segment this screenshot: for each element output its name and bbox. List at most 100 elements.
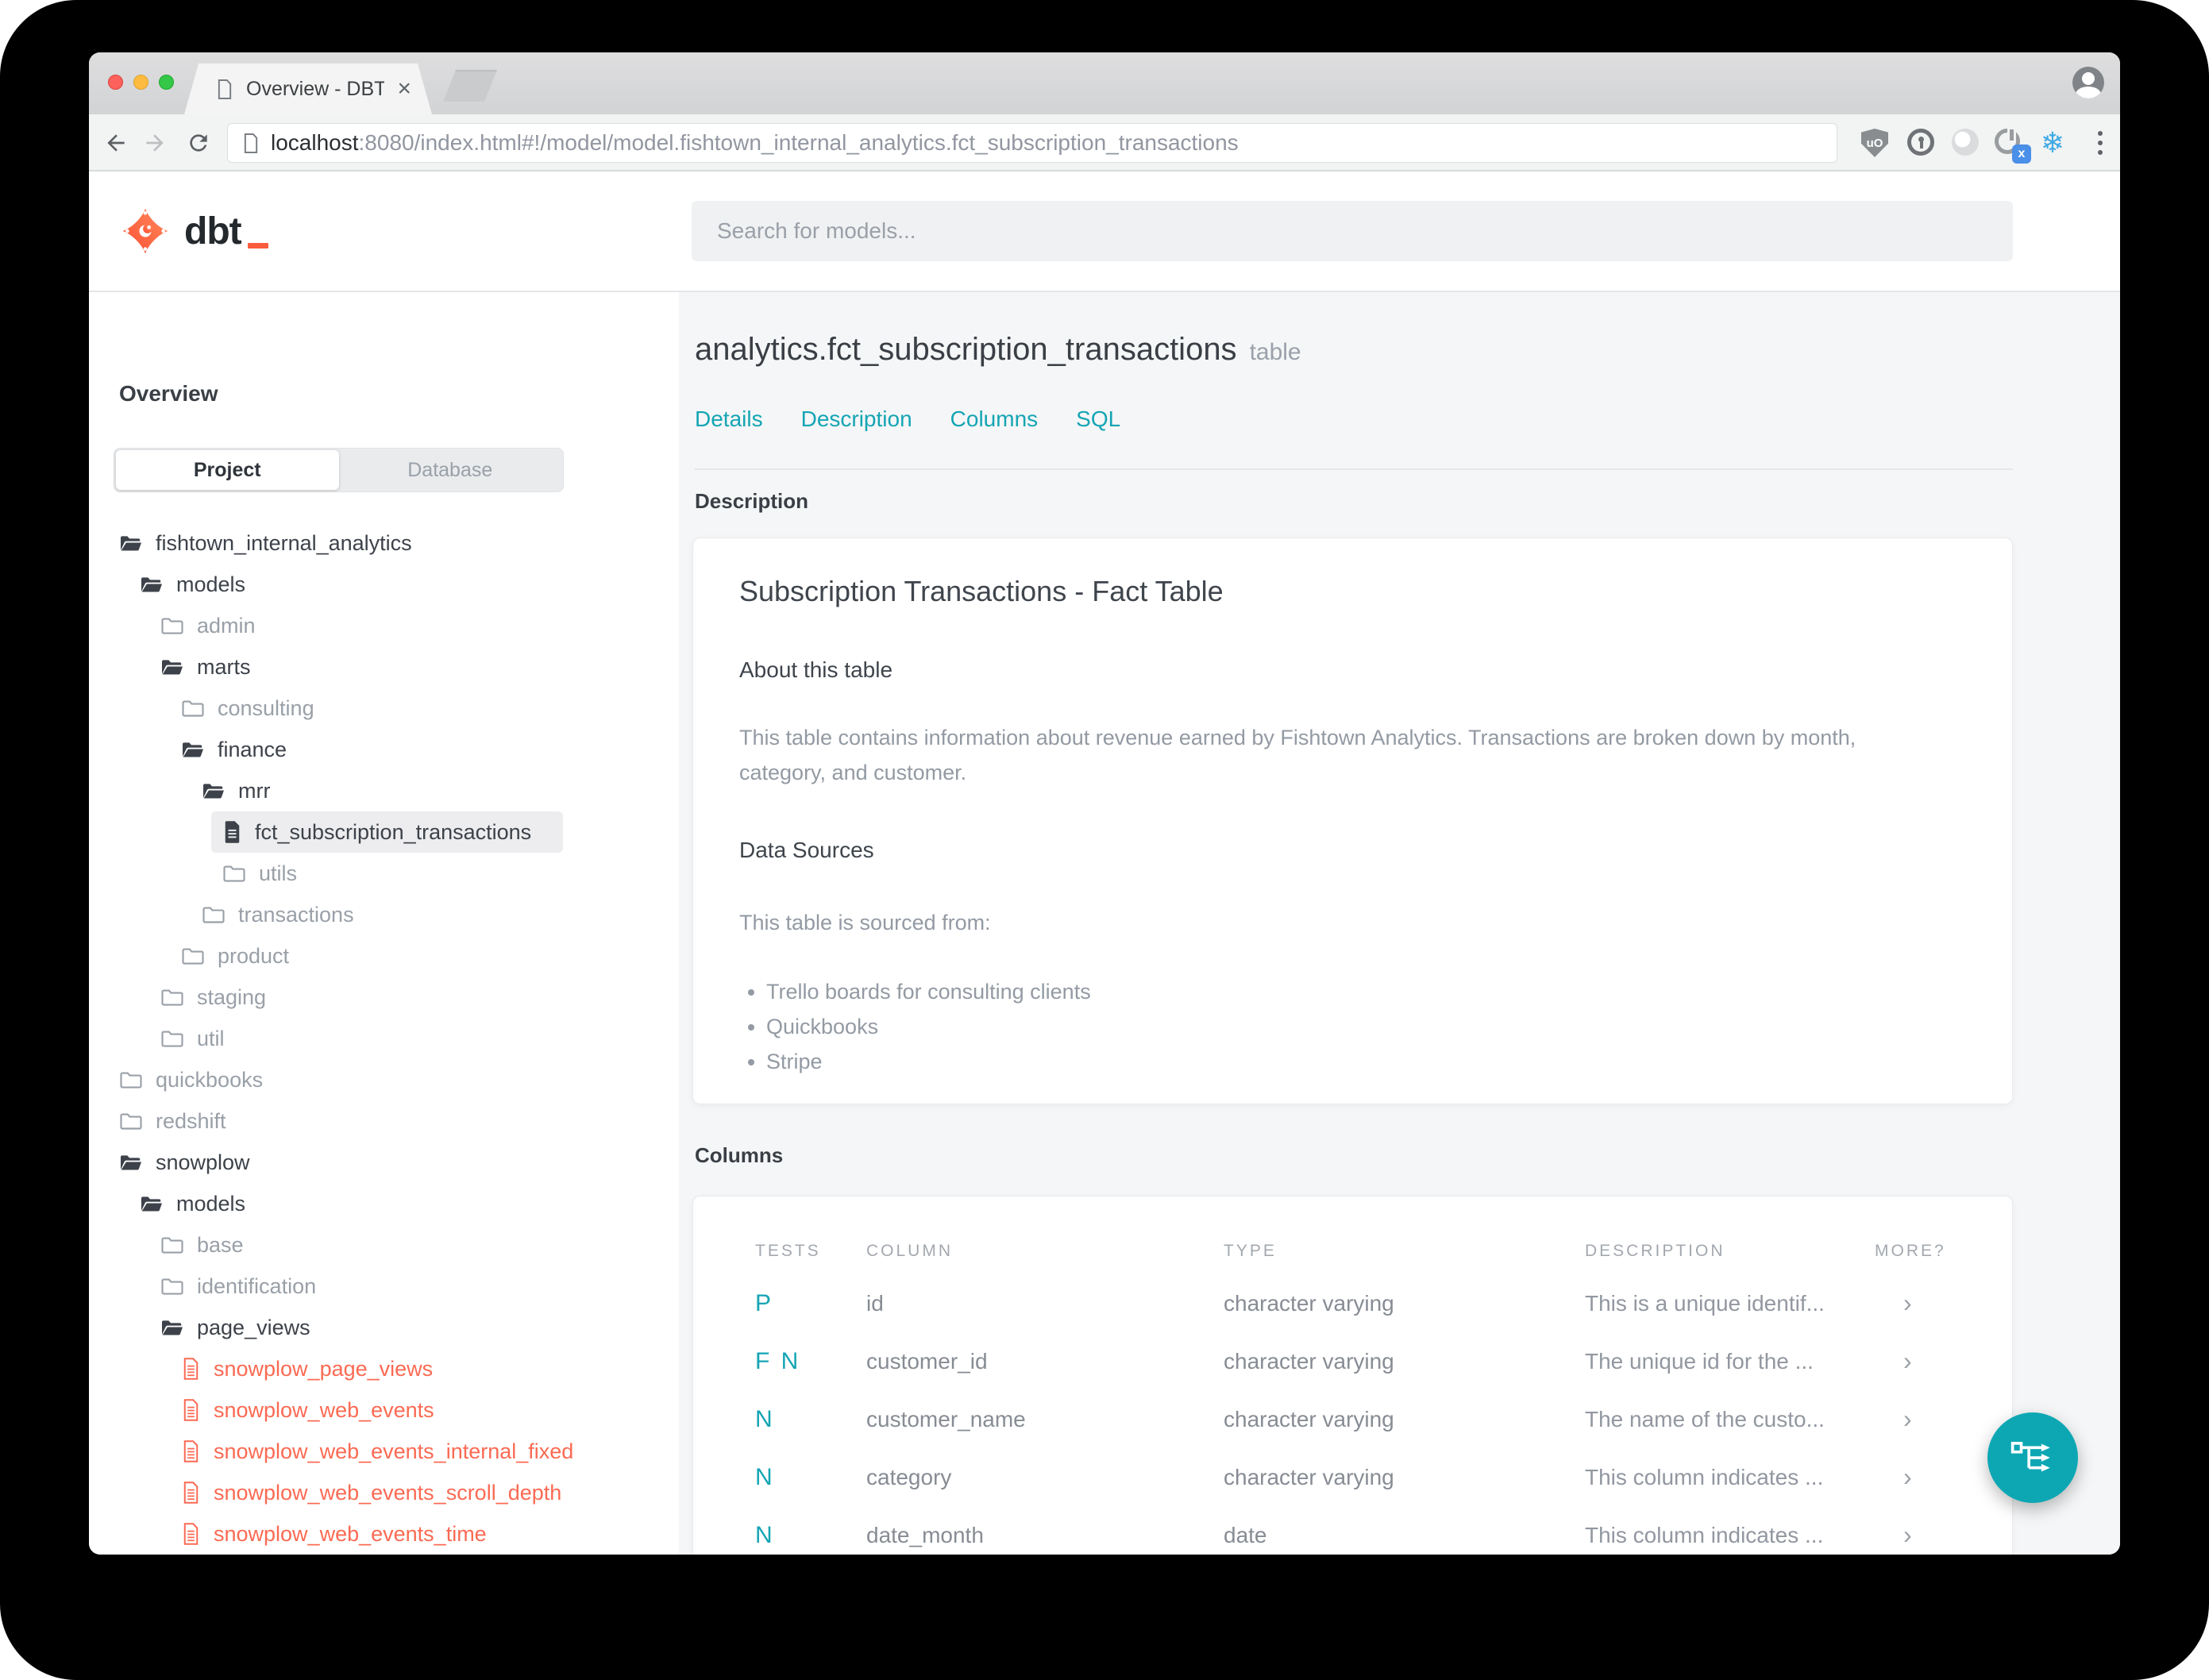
- keyhole-icon: [1907, 129, 1934, 156]
- tree-item[interactable]: finance: [89, 729, 679, 770]
- model-nav-link-description[interactable]: Description: [801, 407, 912, 432]
- tree-item-icon: [160, 1029, 184, 1049]
- main-content: analytics.fct_subscription_transactions t…: [679, 292, 2120, 1555]
- model-nav-link-sql[interactable]: SQL: [1076, 407, 1120, 432]
- column-header: MORE?: [1875, 1242, 1946, 1260]
- tree-item[interactable]: util: [89, 1018, 679, 1059]
- table-row[interactable]: N date_month date This column indicates …: [693, 1506, 2012, 1555]
- tree-item[interactable]: transactions: [89, 894, 679, 935]
- cell-type: character varying: [1224, 1291, 1394, 1316]
- tree-item-label: models: [176, 572, 246, 596]
- page-title: analytics.fct_subscription_transactions t…: [695, 332, 1301, 368]
- column-header: DESCRIPTION: [1585, 1242, 1725, 1260]
- tree-item[interactable]: snowplow_web_events_internal_fixed: [89, 1431, 679, 1472]
- tree-item-icon: [119, 1112, 143, 1131]
- browser-toolbar: localhost:8080/index.html#!/model/model.…: [89, 114, 2120, 171]
- tree-item[interactable]: consulting: [89, 688, 679, 729]
- tree-item[interactable]: redshift: [89, 1100, 679, 1142]
- column-header: TESTS: [755, 1242, 821, 1260]
- browser-tab[interactable]: Overview - DBT Docs ×: [184, 64, 432, 114]
- tree-item[interactable]: snowplow_web_events: [89, 1389, 679, 1431]
- row-expand-chevron-icon[interactable]: ›: [1903, 1274, 1912, 1332]
- power-extension-icon[interactable]: x: [1995, 129, 2031, 164]
- sidebar: Overview Project Database fishtown_inter…: [89, 292, 679, 1555]
- card-title: Subscription Transactions - Fact Table: [739, 575, 1224, 607]
- table-row[interactable]: N customer_name character varying The na…: [693, 1390, 2012, 1448]
- table-row[interactable]: N category character varying This column…: [693, 1448, 2012, 1506]
- tab-database[interactable]: Database: [339, 450, 562, 490]
- search-input[interactable]: [692, 201, 2013, 261]
- avatar-body: [2076, 87, 2101, 98]
- profile-avatar-icon[interactable]: [2072, 67, 2104, 98]
- row-expand-chevron-icon[interactable]: ›: [1903, 1332, 1912, 1390]
- tree-item-label: snowplow: [156, 1150, 250, 1174]
- tree-item-icon: [181, 1398, 201, 1422]
- logo-underscore: [247, 242, 268, 249]
- tree-item-label: snowplow_web_events_time: [214, 1521, 487, 1546]
- tree-item[interactable]: mrr: [89, 770, 679, 811]
- tree-item[interactable]: utils: [89, 853, 679, 894]
- new-tab-button[interactable]: [443, 70, 497, 102]
- cell-description: This column indicates ...: [1585, 1523, 1824, 1547]
- tree-item[interactable]: snowplow_page_views: [89, 1348, 679, 1389]
- forward-icon[interactable]: [142, 130, 168, 156]
- browser-tabstrip: Overview - DBT Docs ×: [89, 52, 2120, 114]
- tab-close-icon[interactable]: ×: [397, 77, 411, 101]
- model-nav-link-columns[interactable]: Columns: [950, 407, 1038, 432]
- tree-item[interactable]: snowplow_web_events_scroll_depth: [89, 1472, 679, 1513]
- close-window-button[interactable]: [108, 75, 123, 90]
- tree-item[interactable]: fct_subscription_transactions: [89, 811, 679, 853]
- tree-item[interactable]: admin: [89, 605, 679, 646]
- tree-item[interactable]: identification: [89, 1266, 679, 1307]
- tree-item[interactable]: marts: [89, 646, 679, 688]
- reload-icon[interactable]: [186, 130, 211, 156]
- browser-menu-icon[interactable]: [2086, 129, 2115, 157]
- tree-item-icon: [202, 905, 226, 925]
- snowflake-extension-icon[interactable]: ❄: [2038, 129, 2067, 157]
- row-expand-chevron-icon[interactable]: ›: [1903, 1390, 1912, 1448]
- tree-item[interactable]: quickbooks: [89, 1059, 679, 1100]
- sidebar-overview-link[interactable]: Overview: [119, 381, 218, 407]
- tree-item-icon: [181, 1439, 201, 1463]
- tree-item[interactable]: page_views: [89, 1307, 679, 1348]
- minimize-window-button[interactable]: [133, 75, 148, 90]
- columns-card: TESTS COLUMN TYPE DESCRIPTION MORE? P id cha…: [692, 1196, 2013, 1555]
- model-type-badge: table: [1249, 339, 1301, 365]
- cell-type: character varying: [1224, 1407, 1394, 1431]
- tree-item[interactable]: models: [89, 1183, 679, 1224]
- disabled-extension-icon[interactable]: [1952, 129, 1980, 157]
- tree-item[interactable]: snowplow: [89, 1142, 679, 1183]
- divider: [695, 468, 2013, 470]
- tree-item-icon: [181, 1357, 201, 1381]
- tab-project[interactable]: Project: [116, 450, 339, 490]
- tree-item[interactable]: base: [89, 1224, 679, 1266]
- lineage-graph-button[interactable]: [1987, 1412, 2078, 1503]
- maximize-window-button[interactable]: [159, 75, 174, 90]
- desktop-background: Overview - DBT Docs ×: [0, 0, 2209, 1680]
- table-row[interactable]: P id character varying This is a unique …: [693, 1274, 2012, 1332]
- tree-item[interactable]: models: [89, 564, 679, 605]
- tree-item-label: finance: [218, 737, 287, 761]
- dbt-logo[interactable]: dbt: [122, 171, 268, 291]
- tree-item[interactable]: fishtown_internal_analytics: [89, 522, 679, 564]
- tree-item[interactable]: product: [89, 935, 679, 977]
- back-icon[interactable]: [103, 130, 129, 156]
- row-expand-chevron-icon[interactable]: ›: [1903, 1506, 1912, 1555]
- sources-list: Trello boards for consulting clientsQuic…: [766, 974, 1091, 1079]
- tree-item-icon: [160, 616, 184, 636]
- model-nav-link-details[interactable]: Details: [695, 407, 763, 432]
- row-expand-chevron-icon[interactable]: ›: [1903, 1448, 1912, 1506]
- cell-description: This column indicates ...: [1585, 1465, 1824, 1489]
- ublock-extension-icon[interactable]: uO: [1861, 129, 1890, 157]
- tree-item[interactable]: staging: [89, 977, 679, 1018]
- page-security-document-icon[interactable]: [242, 133, 260, 154]
- tree-item[interactable]: snowplow_web_events_time: [89, 1513, 679, 1555]
- tree-item-label: base: [197, 1232, 244, 1257]
- tree-item-icon: [160, 1235, 184, 1255]
- cell-tests: F N: [755, 1348, 801, 1374]
- tree-item-label: fishtown_internal_analytics: [156, 530, 412, 555]
- tree-item-icon: [181, 740, 205, 760]
- onepassword-extension-icon[interactable]: [1907, 129, 1936, 157]
- table-row[interactable]: F N customer_id character varying The un…: [693, 1332, 2012, 1390]
- url-bar[interactable]: localhost:8080/index.html#!/model/model.…: [227, 123, 1837, 163]
